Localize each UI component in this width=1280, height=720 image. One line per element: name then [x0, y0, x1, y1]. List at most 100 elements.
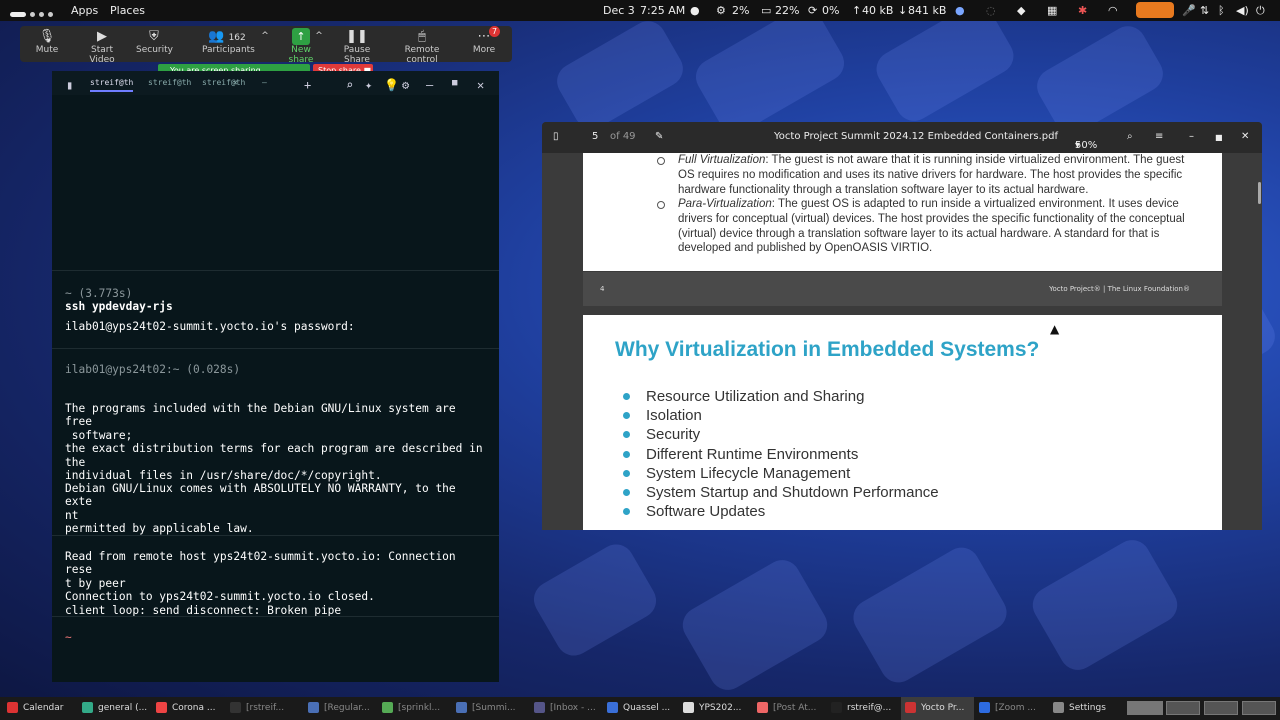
mouse-icon: 🖱 [418, 29, 426, 44]
date-label[interactable]: Dec 3 [603, 4, 635, 17]
taskbar-item-sprinkl[interactable]: [sprinkl... [378, 697, 451, 720]
screen-share-indicator-icon[interactable] [1136, 2, 1174, 18]
cpu-icon: ⚙ [716, 4, 726, 17]
terminal-block-timing: ~ (3.773s) [65, 287, 133, 300]
taskbar-item-rstreif-2[interactable]: rstreif@... [827, 697, 900, 720]
chevron-down-icon: ▾ [1075, 140, 1081, 151]
taskbar-item-yocto-pdf[interactable]: Yocto Pr... [901, 697, 974, 720]
mute-button[interactable]: 🎙 Mute [34, 28, 60, 55]
maximize-icon[interactable]: ■ [452, 78, 457, 88]
taskbar-label: rstreif@... [847, 703, 892, 713]
taskbar-item-yps2024[interactable]: YPS202... [679, 697, 752, 720]
taskbar-item-summit[interactable]: [Summi... [452, 697, 525, 720]
taskbar-label: [sprinkl... [398, 703, 441, 713]
slide-bullet: System Startup and Shutdown Performance [623, 484, 939, 503]
taskbar-item-inbox[interactable]: [Inbox - ... [530, 697, 603, 720]
spreadsheet-icon [382, 702, 393, 713]
remote-control-label: Remote control [404, 45, 440, 65]
network-icon[interactable]: ⇅ [1200, 4, 1209, 17]
volume-icon[interactable]: ◀) [1236, 4, 1249, 17]
terminal-tab-1[interactable]: streif@th [90, 78, 134, 92]
workspace-4[interactable] [1242, 701, 1276, 715]
new-tab-icon[interactable]: + [304, 78, 311, 92]
slide-bullet: System Lifecycle Management [623, 465, 939, 484]
pdf-scrollbar[interactable] [1258, 182, 1261, 204]
search-icon[interactable]: ⌕ [346, 78, 353, 92]
taskbar-item-calendar[interactable]: Calendar [3, 697, 76, 720]
quassel-icon [607, 702, 618, 713]
gear-icon[interactable]: ⚙ [402, 78, 409, 92]
more-button[interactable]: ⋯ More 7 [472, 26, 500, 55]
power-icon[interactable]: ⏻ [1256, 4, 1265, 18]
places-menu[interactable]: Places [110, 4, 145, 17]
slack-icon[interactable]: ✱ [1078, 4, 1087, 17]
taskbar-item-corona[interactable]: Corona ... [152, 697, 225, 720]
participants-button[interactable]: 👥 162 Participants [202, 28, 255, 55]
dropbox-icon[interactable]: ◆ [1017, 4, 1025, 17]
hamburger-menu-icon[interactable]: ≡ [1155, 131, 1163, 142]
slide-title: Why Virtualization in Embedded Systems? [615, 338, 1040, 361]
taskbar: Calendar general (... Corona ... [rstrei… [0, 697, 1280, 720]
microphone-icon[interactable]: 🎤 [1182, 4, 1196, 17]
panel-toggle-icon[interactable]: ▮ [66, 78, 73, 92]
share-chevron-icon[interactable]: ^ [314, 28, 324, 45]
page-total-label: of 49 [610, 131, 636, 142]
page-number-input[interactable]: 5 [592, 131, 598, 142]
start-video-button[interactable]: ▶ Start Video [78, 28, 126, 65]
workspace-2[interactable] [1166, 701, 1200, 715]
taskbar-item-post[interactable]: [Post At... [753, 697, 826, 720]
bulb-icon[interactable]: 💡 [384, 78, 399, 92]
taskbar-item-zoom[interactable]: [Zoom ... [975, 697, 1048, 720]
close-icon[interactable]: ✕ [477, 78, 484, 92]
top-panel: Apps Places Dec 3 7:25 AM ● ⚙ 2% ▭ 22% ⟳… [0, 0, 1280, 21]
taskbar-item-quassel[interactable]: Quassel ... [603, 697, 676, 720]
minimize-icon[interactable]: – [1189, 131, 1194, 142]
record-dot-icon: ● [690, 4, 700, 17]
shield-icon: ⛨ [149, 29, 159, 44]
block-separator [52, 348, 499, 349]
workspace-1[interactable] [1127, 701, 1163, 715]
taskbar-label: [rstreif... [246, 703, 285, 713]
sparkle-icon[interactable]: ✦ [365, 78, 372, 92]
search-icon[interactable]: ⌕ [1127, 131, 1133, 142]
zoom-icon [979, 702, 990, 713]
taskbar-label: Yocto Pr... [921, 703, 965, 713]
taskbar-label: Calendar [23, 703, 64, 713]
tab-minus-icon[interactable]: – [262, 78, 267, 87]
taskbar-item-settings[interactable]: Settings [1049, 697, 1122, 720]
security-button[interactable]: ⛨ Security [136, 28, 173, 55]
taskbar-item-general[interactable]: general (... [78, 697, 151, 720]
download-icon: ↓ [898, 4, 908, 17]
terminal-tab-bar: ▮ streif@th streif@th streif@th ✕ – + ⌕ … [52, 71, 499, 95]
workspace-3[interactable] [1204, 701, 1238, 715]
slide-bullet: Resource Utilization and Sharing [623, 388, 939, 407]
apps-menu[interactable]: Apps [71, 4, 98, 17]
sidebar-toggle-icon[interactable]: ▯ [553, 131, 559, 142]
minimize-icon[interactable]: – [426, 78, 433, 92]
taskbar-item-regular[interactable]: [Regular... [304, 697, 377, 720]
taskbar-item-rstreif-1[interactable]: [rstreif... [226, 697, 299, 720]
terminal-tab-2[interactable]: streif@th [148, 78, 191, 87]
clock-label[interactable]: 7:25 AM [640, 4, 685, 17]
pause-share-button[interactable]: ❚❚ Pause Share [332, 28, 382, 65]
bluetooth-icon[interactable]: ᛒ [1218, 4, 1225, 17]
terminal-tab-3[interactable]: streif@th [202, 78, 245, 87]
close-tab-icon[interactable]: ✕ [233, 78, 238, 87]
taskbar-label: general (... [98, 703, 148, 713]
remote-control-button[interactable]: 🖱 Remote control [392, 28, 452, 65]
maximize-icon[interactable]: ■ [1215, 133, 1223, 142]
tray-status-icon[interactable]: ◌ [986, 4, 996, 17]
close-icon[interactable]: ✕ [1241, 131, 1249, 142]
bullet-term: Para-Virtualization [678, 198, 772, 210]
participants-chevron-icon[interactable]: ^ [260, 28, 270, 45]
terminal-prompt-input[interactable]: ~ [52, 631, 499, 644]
workspace-indicator[interactable] [10, 7, 57, 20]
upload-value: 40 kB [862, 4, 894, 17]
grid-icon[interactable]: ▦ [1047, 4, 1057, 17]
pdf-page-4: Full Virtualization: The guest is not aw… [583, 153, 1222, 271]
settings-gear-icon [1053, 702, 1064, 713]
annotate-pencil-icon[interactable]: ✎ [655, 131, 663, 142]
wifi-icon[interactable]: ◠ [1108, 4, 1118, 17]
pdf-icon [905, 702, 916, 713]
tray-app-icon[interactable]: ● [955, 4, 965, 17]
